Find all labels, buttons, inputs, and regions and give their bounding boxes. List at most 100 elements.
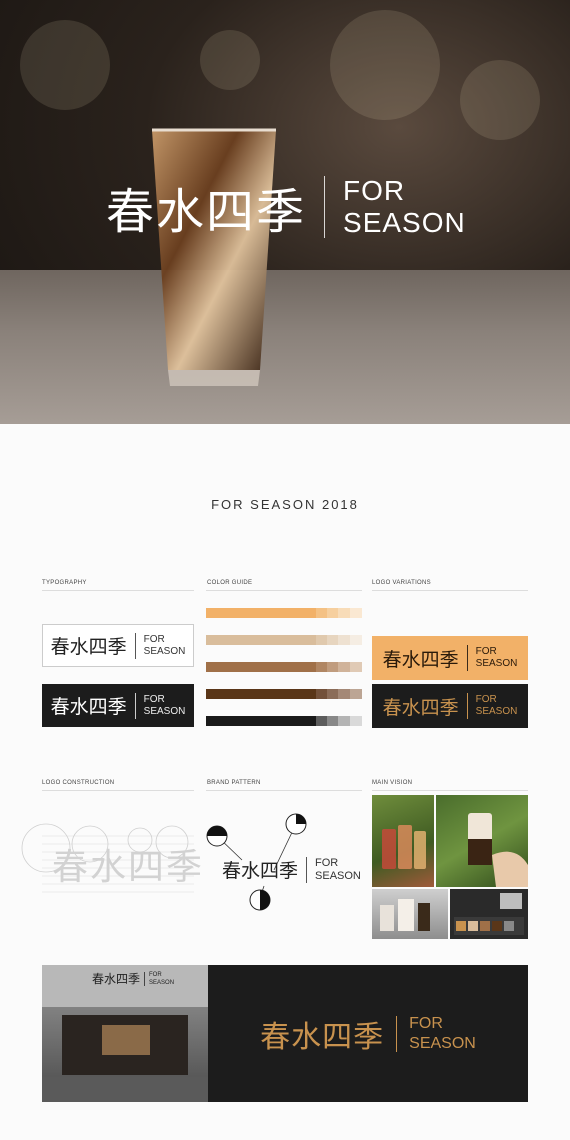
logo-divider <box>144 971 146 986</box>
logo-en-line1: FOR <box>475 694 497 705</box>
table-surface <box>0 270 570 424</box>
brand-pattern-logo: 春水四季 FOR SEASON <box>222 856 361 883</box>
logo-en-line2: SEASON <box>143 645 186 657</box>
main-vision-photo-cups <box>372 889 448 939</box>
swatch <box>350 662 362 672</box>
logo-en-line1: FOR <box>475 646 497 657</box>
swatch <box>338 608 350 618</box>
swatch <box>206 716 316 726</box>
storefront-sign-logo: 春水四季 FOR SEASON <box>92 970 174 987</box>
swatch <box>350 716 362 726</box>
color-swatch-black <box>206 716 362 726</box>
hero-logo-english: FOR SEASON <box>343 175 466 239</box>
logo-en-line1: FOR <box>143 633 165 645</box>
swatch <box>338 635 350 645</box>
section-label-typography: TYPOGRAPHY <box>42 580 87 586</box>
logo-divider <box>466 645 468 671</box>
typography-logo-dark: 春水四季 FOR SEASON <box>42 684 194 727</box>
logo-divider <box>134 692 136 719</box>
swatch <box>206 608 316 618</box>
swatch <box>327 635 338 645</box>
logo-variation-dark: 春水四季 FOR SEASON <box>372 684 528 728</box>
logo-divider <box>306 856 308 883</box>
bokeh-light <box>460 60 540 140</box>
swatch <box>316 689 327 699</box>
section-divider <box>372 790 528 791</box>
swatch <box>327 608 338 618</box>
hero-logo: 春水四季 FOR SEASON <box>106 172 486 242</box>
page-title: FOR SEASON 2018 <box>211 497 359 512</box>
section-divider <box>206 590 362 591</box>
logo-english: FOR SEASON <box>476 694 518 718</box>
logo-en-line2: SEASON <box>475 706 518 717</box>
swatch <box>316 635 327 645</box>
logo-en-line2: SEASON <box>149 979 175 986</box>
bokeh-light <box>20 20 110 110</box>
section-divider <box>206 790 362 791</box>
swatch <box>316 608 327 618</box>
logo-en-line1: FOR <box>315 856 339 869</box>
logo-en-line2: SEASON <box>409 1034 476 1052</box>
color-swatch-brown <box>206 662 362 672</box>
main-vision-photo-hand <box>436 795 528 887</box>
logo-en-line2: SEASON <box>315 869 361 882</box>
logo-english: FOR SEASON <box>409 1014 476 1054</box>
logo-variation-orange: 春水四季 FOR SEASON <box>372 636 528 680</box>
logo-english: FOR SEASON <box>476 646 518 670</box>
color-swatch-orange <box>206 608 362 618</box>
logo-english: FOR SEASON <box>144 634 186 658</box>
logo-en-line2: SEASON <box>475 658 518 669</box>
hero-logo-en-line1: FOR <box>343 175 406 206</box>
logo-chinese: 春水四季 <box>260 1019 385 1055</box>
logo-chinese: 春水四季 <box>92 972 141 986</box>
logo-english: FOR SEASON <box>149 971 174 987</box>
section-label-color-guide: COLOR GUIDE <box>207 580 253 586</box>
logo-en-line1: FOR <box>149 971 162 978</box>
hero-logo-en-line2: SEASON <box>343 207 466 238</box>
section-divider <box>42 790 194 791</box>
logo-chinese: 春水四季 <box>382 648 459 671</box>
section-label-brand-pattern: BRAND PATTERN <box>207 780 261 786</box>
color-swatch-beige <box>206 635 362 645</box>
banner-logo-dark: 春水四季 FOR SEASON <box>208 965 528 1102</box>
logo-divider <box>324 176 326 238</box>
logo-en-line1: FOR <box>143 693 165 705</box>
logo-en-line1: FOR <box>409 1014 443 1032</box>
logo-en-line2: SEASON <box>143 705 186 717</box>
logo-chinese: 春水四季 <box>50 636 127 658</box>
swatch <box>350 635 362 645</box>
section-label-logo-construction: LOGO CONSTRUCTION <box>42 780 115 786</box>
section-divider <box>372 590 528 591</box>
swatch <box>350 689 362 699</box>
typography-logo-light: 春水四季 FOR SEASON <box>42 624 194 667</box>
swatch <box>338 662 350 672</box>
section-divider <box>42 590 194 591</box>
swatch <box>338 689 350 699</box>
swatch <box>327 689 338 699</box>
logo-divider <box>396 1015 398 1052</box>
section-label-main-vision: MAIN VISION <box>372 780 413 786</box>
color-swatch-dark-brown <box>206 689 362 699</box>
main-vision-photo-drinks <box>372 795 434 887</box>
main-vision-photo-packaging <box>450 889 528 939</box>
logo-english: FOR SEASON <box>144 694 186 718</box>
swatch <box>206 662 316 672</box>
swatch <box>316 662 327 672</box>
section-label-logo-variations: LOGO VARIATIONS <box>372 580 431 586</box>
bokeh-light <box>330 10 440 120</box>
logo-divider <box>134 632 136 659</box>
swatch <box>327 662 338 672</box>
logo-divider <box>466 693 468 719</box>
construction-logo-chinese: 春水四季 <box>52 847 205 888</box>
swatch <box>327 716 338 726</box>
swatch <box>338 716 350 726</box>
swatch <box>316 716 327 726</box>
bokeh-light <box>200 30 260 90</box>
logo-english: FOR SEASON <box>315 857 361 883</box>
iced-coffee-glass <box>152 128 276 386</box>
swatch <box>350 608 362 618</box>
logo-chinese: 春水四季 <box>222 860 299 882</box>
hero-logo-chinese: 春水四季 <box>106 184 307 240</box>
logo-chinese: 春水四季 <box>382 696 459 719</box>
swatch <box>206 635 316 645</box>
